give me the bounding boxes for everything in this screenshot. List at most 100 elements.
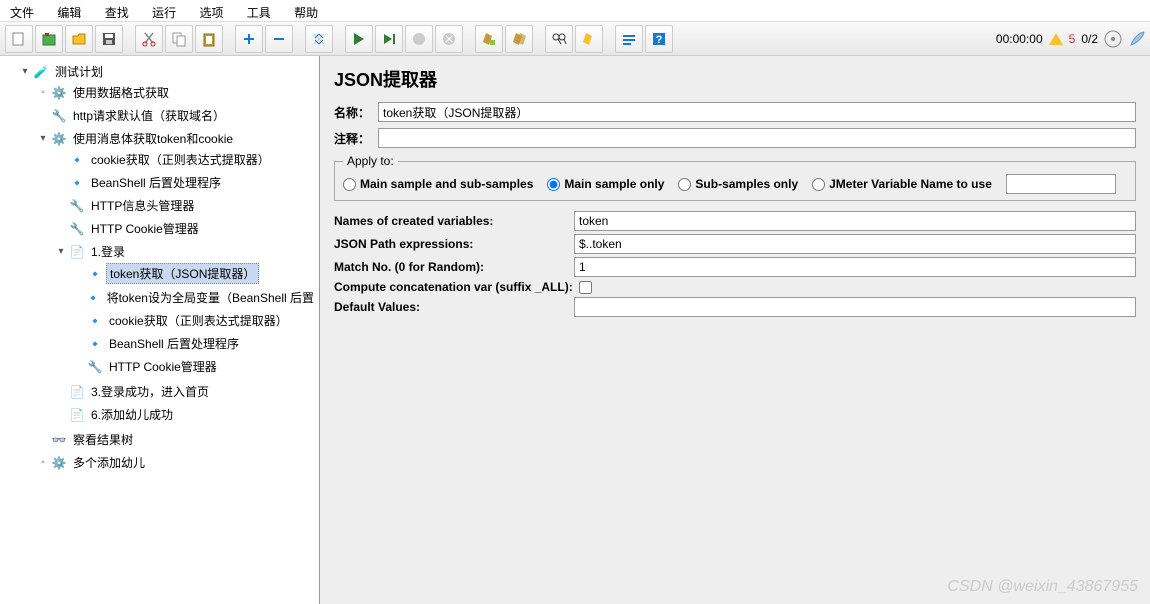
extract-icon: 🔹 xyxy=(69,175,85,191)
stop-button[interactable] xyxy=(405,25,433,53)
clear-all-button[interactable] xyxy=(505,25,533,53)
gear-icon: ⚙️ xyxy=(51,131,67,147)
tree-item[interactable]: 多个添加幼儿 xyxy=(70,453,148,472)
radio-variable[interactable]: JMeter Variable Name to use xyxy=(812,177,992,191)
feather-icon xyxy=(1128,30,1146,48)
tree-item[interactable]: 察看结果树 xyxy=(70,430,136,449)
menu-help[interactable]: 帮助 xyxy=(284,2,328,23)
menu-options[interactable]: 选项 xyxy=(189,2,233,23)
remove-button[interactable] xyxy=(265,25,293,53)
status-area: 00:00:00 5 0/2 xyxy=(996,30,1146,48)
clear-button[interactable] xyxy=(475,25,503,53)
menu-file[interactable]: 文件 xyxy=(0,2,44,23)
toolbar: ? 00:00:00 5 0/2 xyxy=(0,22,1150,56)
search-button[interactable] xyxy=(545,25,573,53)
tree-item[interactable]: 使用数据格式获取 xyxy=(70,83,172,102)
tree-root[interactable]: 测试计划 xyxy=(52,62,106,81)
watermark: CSDN @weixin_43867955 xyxy=(947,578,1138,596)
reset-search-button[interactable] xyxy=(575,25,603,53)
svg-text:?: ? xyxy=(656,34,663,46)
radio-main-sub[interactable]: Main sample and sub-samples xyxy=(343,177,533,191)
sampler-icon: 📄 xyxy=(69,384,85,400)
expand-button[interactable] xyxy=(305,25,333,53)
tree-item[interactable]: 1.登录 xyxy=(88,242,128,261)
config-icon: 🔧 xyxy=(51,108,67,124)
tree-item[interactable]: HTTP Cookie管理器 xyxy=(88,219,202,238)
toggle-icon[interactable]: ◦ xyxy=(38,87,48,98)
tree-item[interactable]: 6.添加幼儿成功 xyxy=(88,405,176,424)
tree-item-selected[interactable]: token获取（JSON提取器） xyxy=(106,263,259,284)
gear-icon: ⚙️ xyxy=(51,455,67,471)
function-helper-button[interactable] xyxy=(615,25,643,53)
add-button[interactable] xyxy=(235,25,263,53)
menu-edit[interactable]: 编辑 xyxy=(47,2,91,23)
flask-icon: 🧪 xyxy=(33,64,49,80)
tree-item[interactable]: BeanShell 后置处理程序 xyxy=(106,334,242,353)
vars-input[interactable] xyxy=(574,211,1136,231)
radio-main-only[interactable]: Main sample only xyxy=(547,177,664,191)
jsonpath-input[interactable] xyxy=(574,234,1136,254)
templates-button[interactable] xyxy=(35,25,63,53)
apply-to-legend: Apply to: xyxy=(343,154,398,168)
variable-name-input[interactable] xyxy=(1006,174,1116,194)
tree-item[interactable]: BeanShell 后置处理程序 xyxy=(88,173,224,192)
tree-item[interactable]: HTTP Cookie管理器 xyxy=(106,357,220,376)
name-label: 名称： xyxy=(334,104,372,121)
comment-input[interactable] xyxy=(378,128,1136,148)
default-label: Default Values: xyxy=(334,300,574,314)
paste-button[interactable] xyxy=(195,25,223,53)
tree-item[interactable]: cookie获取（正则表达式提取器） xyxy=(106,311,291,330)
gear-icon: ⚙️ xyxy=(51,85,67,101)
name-input[interactable] xyxy=(378,102,1136,122)
tree-item[interactable]: HTTP信息头管理器 xyxy=(88,196,197,215)
default-input[interactable] xyxy=(574,297,1136,317)
tree-item[interactable]: 3.登录成功，进入首页 xyxy=(88,382,212,401)
vars-label: Names of created variables: xyxy=(334,214,574,228)
sampler-icon: 📄 xyxy=(69,244,85,260)
menu-run[interactable]: 运行 xyxy=(142,2,186,23)
radio-sub-only[interactable]: Sub-samples only xyxy=(678,177,798,191)
shutdown-button[interactable] xyxy=(435,25,463,53)
help-button[interactable]: ? xyxy=(645,25,673,53)
status-time: 00:00:00 xyxy=(996,32,1043,46)
listener-icon: 👓 xyxy=(51,432,67,448)
editor-panel: JSON提取器 名称： 注释： Apply to: Main sample an… xyxy=(320,56,1150,604)
jsonpath-label: JSON Path expressions: xyxy=(334,237,574,251)
extract-icon: 🔹 xyxy=(87,266,103,282)
run-button[interactable] xyxy=(345,25,373,53)
toggle-icon[interactable]: ▾ xyxy=(56,246,66,257)
cut-button[interactable] xyxy=(135,25,163,53)
open-button[interactable] xyxy=(65,25,93,53)
toggle-icon[interactable]: ◦ xyxy=(38,457,48,468)
toggle-icon[interactable]: ▾ xyxy=(20,66,30,77)
warning-icon[interactable] xyxy=(1049,33,1063,45)
toggle-icon[interactable]: ▾ xyxy=(38,133,48,144)
extract-icon: 🔹 xyxy=(87,313,103,329)
run-no-pause-button[interactable] xyxy=(375,25,403,53)
copy-button[interactable] xyxy=(165,25,193,53)
tree-panel[interactable]: ▾🧪测试计划 ◦⚙️使用数据格式获取 🔧http请求默认值（获取域名） ▾⚙️使… xyxy=(0,56,320,604)
sampler-icon: 📄 xyxy=(69,407,85,423)
config-icon: 🔧 xyxy=(87,359,103,375)
menu-bar: 文件 编辑 查找 运行 选项 工具 帮助 xyxy=(0,0,1150,22)
tree-item[interactable]: http请求默认值（获取域名） xyxy=(70,106,228,125)
matchno-input[interactable] xyxy=(574,257,1136,277)
tree-item[interactable]: 使用消息体获取token和cookie xyxy=(70,129,236,148)
menu-tools[interactable]: 工具 xyxy=(237,2,281,23)
tree-item[interactable]: cookie获取（正则表达式提取器） xyxy=(88,150,273,169)
concat-label: Compute concatenation var (suffix _ALL): xyxy=(334,280,573,294)
save-button[interactable] xyxy=(95,25,123,53)
new-button[interactable] xyxy=(5,25,33,53)
extract-icon: 🔹 xyxy=(69,152,85,168)
comment-label: 注释： xyxy=(334,130,372,147)
menu-search[interactable]: 查找 xyxy=(95,2,139,23)
extract-icon: 🔹 xyxy=(86,290,101,306)
matchno-label: Match No. (0 for Random): xyxy=(334,260,574,274)
tree-item[interactable]: 将token设为全局变量（BeanShell 后置 xyxy=(104,288,317,307)
apply-to-fieldset: Apply to: Main sample and sub-samples Ma… xyxy=(334,154,1136,201)
config-icon: 🔧 xyxy=(69,221,85,237)
threads-icon xyxy=(1104,30,1122,48)
config-icon: 🔧 xyxy=(69,198,85,214)
concat-checkbox[interactable] xyxy=(579,281,592,294)
extract-icon: 🔹 xyxy=(87,336,103,352)
